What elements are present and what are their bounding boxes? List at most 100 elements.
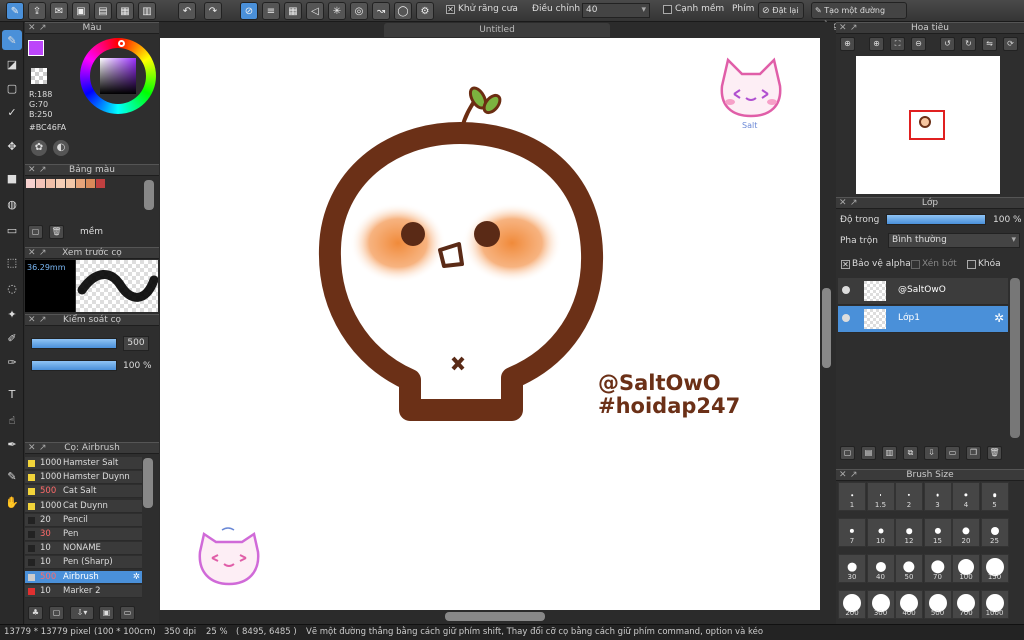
eyedropper-tool-icon[interactable]: ✒ (2, 434, 22, 454)
gear-icon[interactable]: ✲ (994, 311, 1004, 325)
brush-size-preset[interactable]: 400 (895, 590, 923, 619)
select-pen-icon[interactable]: ✐ (2, 328, 22, 348)
duplicate-layer-icon[interactable]: ⧉ (903, 446, 918, 460)
layer-item[interactable]: Lớp1 ✲ (838, 306, 1008, 333)
select-tool-icon[interactable]: ⬚ (2, 252, 22, 272)
foreground-color-swatch[interactable] (28, 40, 44, 56)
close-icon[interactable]: ✕ (839, 23, 847, 34)
close-icon[interactable]: ✕ (839, 470, 847, 481)
new-halftone-layer-icon[interactable]: ▤ (861, 446, 876, 460)
fill-rect-tool-icon[interactable]: ■ (2, 168, 22, 188)
brush-size-preset[interactable]: 300 (866, 590, 895, 619)
brush-list-item[interactable]: 500 Cat Salt (25, 485, 142, 499)
close-icon[interactable]: ✕ (28, 23, 36, 34)
grid-icon[interactable]: ▥ (138, 2, 156, 20)
palette-swatch[interactable] (36, 179, 45, 188)
brush-size-preset[interactable]: 5 (980, 482, 1009, 511)
brush-list-item[interactable]: 1000 Hamster Duynn (25, 471, 142, 485)
palette-swatch[interactable] (46, 179, 55, 188)
detach-icon[interactable]: ↗ (39, 248, 47, 259)
delete-palette-icon[interactable]: 🗑 (49, 225, 64, 239)
brush-size-preset[interactable]: 20 (952, 518, 980, 547)
brush-opacity-slider[interactable] (31, 360, 117, 371)
nav-rotate-right-icon[interactable]: ↻ (961, 37, 976, 51)
detach-icon[interactable]: ↗ (39, 315, 47, 326)
detach-icon[interactable]: ↗ (39, 443, 47, 454)
brush-size-preset[interactable]: 4 (952, 482, 980, 511)
brush-list-item[interactable]: 1000 Hamster Salt (25, 457, 142, 470)
delete-layer-icon[interactable]: 🗑 (987, 446, 1002, 460)
nav-fit-icon[interactable]: ⛶ (890, 37, 905, 51)
brush-list-item[interactable]: 10 NONAME (25, 542, 142, 556)
curve-snap-icon[interactable]: ↝ (372, 2, 390, 20)
layer-item[interactable]: @SaltOwO (838, 278, 1008, 305)
create-line-button[interactable]: ✎ Tạo một đường thẳng (811, 2, 907, 30)
close-icon[interactable]: ✕ (28, 443, 36, 454)
brush-size-preset[interactable]: 10 (866, 518, 895, 547)
blend-mode-select[interactable]: Bình thường ▾ (888, 233, 1020, 248)
brush-list-item[interactable]: 20 Pencil (25, 513, 142, 527)
antialias-checkbox[interactable]: ✕ (446, 5, 455, 14)
export-icon[interactable]: ⇪ (28, 2, 46, 20)
copy-layer-icon[interactable]: ❐ (966, 446, 981, 460)
nav-zoom-out-icon[interactable]: ⊖ (911, 37, 926, 51)
brush-size-preset[interactable]: 2 (895, 482, 923, 511)
chat-icon[interactable]: ✉ (50, 2, 68, 20)
nav-zoom-icon[interactable]: ⊕ (840, 37, 855, 51)
brush-size-preset[interactable]: 15 (923, 518, 952, 547)
palette-swatch[interactable] (96, 179, 105, 188)
eye-icon[interactable] (842, 314, 850, 322)
transparent-swatch[interactable] (31, 68, 47, 84)
new-palette-icon[interactable]: ▢ (28, 225, 43, 239)
new-layer-icon[interactable]: ▢ (840, 446, 855, 460)
redo-icon[interactable]: ↷ (204, 2, 222, 20)
brush-size-preset[interactable]: 1 (838, 482, 866, 511)
brush-list-item[interactable]: 1000 Cat Duynn (25, 499, 142, 513)
adjust-select[interactable]: 40 ▾ (582, 3, 650, 18)
palette-swatch[interactable] (56, 179, 65, 188)
eraser-tool-icon[interactable]: ◪ (2, 54, 22, 74)
nav-reset-icon[interactable]: ⟳ (1003, 37, 1018, 51)
nav-flip-icon[interactable]: ⇋ (982, 37, 997, 51)
brush-size-preset[interactable]: 700 (952, 590, 980, 619)
nav-rotate-left-icon[interactable]: ↺ (940, 37, 955, 51)
close-icon[interactable]: ✕ (28, 165, 36, 176)
brush-new-icon[interactable]: ▢ (49, 606, 64, 620)
detach-icon[interactable]: ↗ (850, 198, 858, 209)
brush-import-icon[interactable]: ⇩▾ (70, 606, 94, 620)
radial-snap-icon[interactable]: ✳ (328, 2, 346, 20)
brush-size-preset[interactable]: 25 (980, 518, 1009, 547)
pen-tool-icon[interactable]: ✎ (2, 466, 22, 486)
detach-icon[interactable]: ↗ (39, 23, 47, 34)
folder-layer-icon[interactable]: ▭ (945, 446, 960, 460)
brush-mode-icon[interactable]: ✎ (6, 2, 24, 20)
brush-list-item[interactable]: 30 Pen (25, 528, 142, 541)
brush-download-icon[interactable]: ▣ (99, 606, 114, 620)
palette-scrollbar[interactable] (144, 180, 154, 210)
close-icon[interactable]: ✕ (28, 315, 36, 326)
undo-icon[interactable]: ↶ (178, 2, 196, 20)
brush-list-scrollbar[interactable] (143, 458, 153, 508)
horizontal-scrollbar[interactable] (160, 610, 820, 624)
color-wheel[interactable] (80, 38, 156, 114)
brush-folder-icon[interactable]: ▭ (120, 606, 135, 620)
detach-icon[interactable]: ↗ (850, 23, 858, 34)
brush-size-preset[interactable]: 1000 (980, 590, 1009, 619)
vertical-scroll-thumb[interactable] (822, 288, 831, 368)
brush-add-icon[interactable]: ♣ (28, 606, 43, 620)
select-eraser-icon[interactable]: ✑ (2, 352, 22, 372)
brush-size-slider[interactable] (31, 338, 117, 349)
bucket-tool-icon[interactable]: ◍ (2, 194, 22, 214)
brush-list-item[interactable]: 10 Marker 2 (25, 584, 142, 598)
nav-zoom-in-icon[interactable]: ⊕ (869, 37, 884, 51)
list-icon[interactable]: ▦ (116, 2, 134, 20)
parallel-snap-icon[interactable]: ≡ (262, 2, 280, 20)
gradient-tool-icon[interactable]: ▭ (2, 220, 22, 240)
layer-opacity-slider[interactable] (886, 214, 986, 225)
palette-swatch[interactable] (76, 179, 85, 188)
color-swap-icon[interactable]: ◐ (53, 140, 69, 156)
cross-snap-icon[interactable]: ▦ (284, 2, 302, 20)
rect-tool-icon[interactable]: ▢ (2, 78, 22, 98)
detach-icon[interactable]: ↗ (850, 470, 858, 481)
merge-layer-icon[interactable]: ⇩ (924, 446, 939, 460)
